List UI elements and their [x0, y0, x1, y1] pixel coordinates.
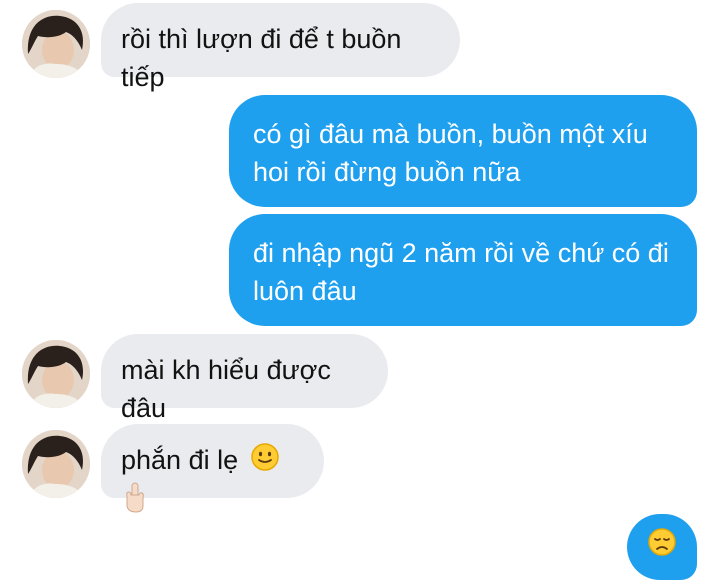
message-bubble-incoming[interactable]: rồi thì lượn đi để t buồn tiếp [101, 3, 460, 92]
message-bubble-incoming[interactable]: phắn đi lẹ [101, 424, 324, 513]
message-bubble-outgoing[interactable] [627, 514, 697, 580]
message-bubble-outgoing[interactable]: đi nhập ngũ 2 năm rồi về chứ có đi luôn … [229, 214, 697, 326]
slightly-smiling-face-icon [250, 442, 280, 482]
contact-avatar[interactable] [22, 430, 90, 498]
message-text: rồi thì lượn đi để t buồn tiếp [121, 24, 402, 92]
disappointed-face-icon [647, 527, 677, 567]
contact-avatar[interactable] [22, 10, 90, 78]
contact-avatar[interactable] [22, 340, 90, 408]
message-text: phắn đi lẹ [121, 445, 239, 475]
message-text: có gì đâu mà buồn, buồn một xíu hoi rồi … [253, 119, 648, 187]
message-bubble-incoming[interactable]: mài kh hiểu được đâu [101, 334, 388, 423]
message-bubble-outgoing[interactable]: có gì đâu mà buồn, buồn một xíu hoi rồi … [229, 95, 697, 207]
middle-finger-icon [123, 482, 147, 524]
message-text: đi nhập ngũ 2 năm rồi về chứ có đi luôn … [253, 238, 669, 306]
message-text: mài kh hiểu được đâu [121, 355, 331, 423]
